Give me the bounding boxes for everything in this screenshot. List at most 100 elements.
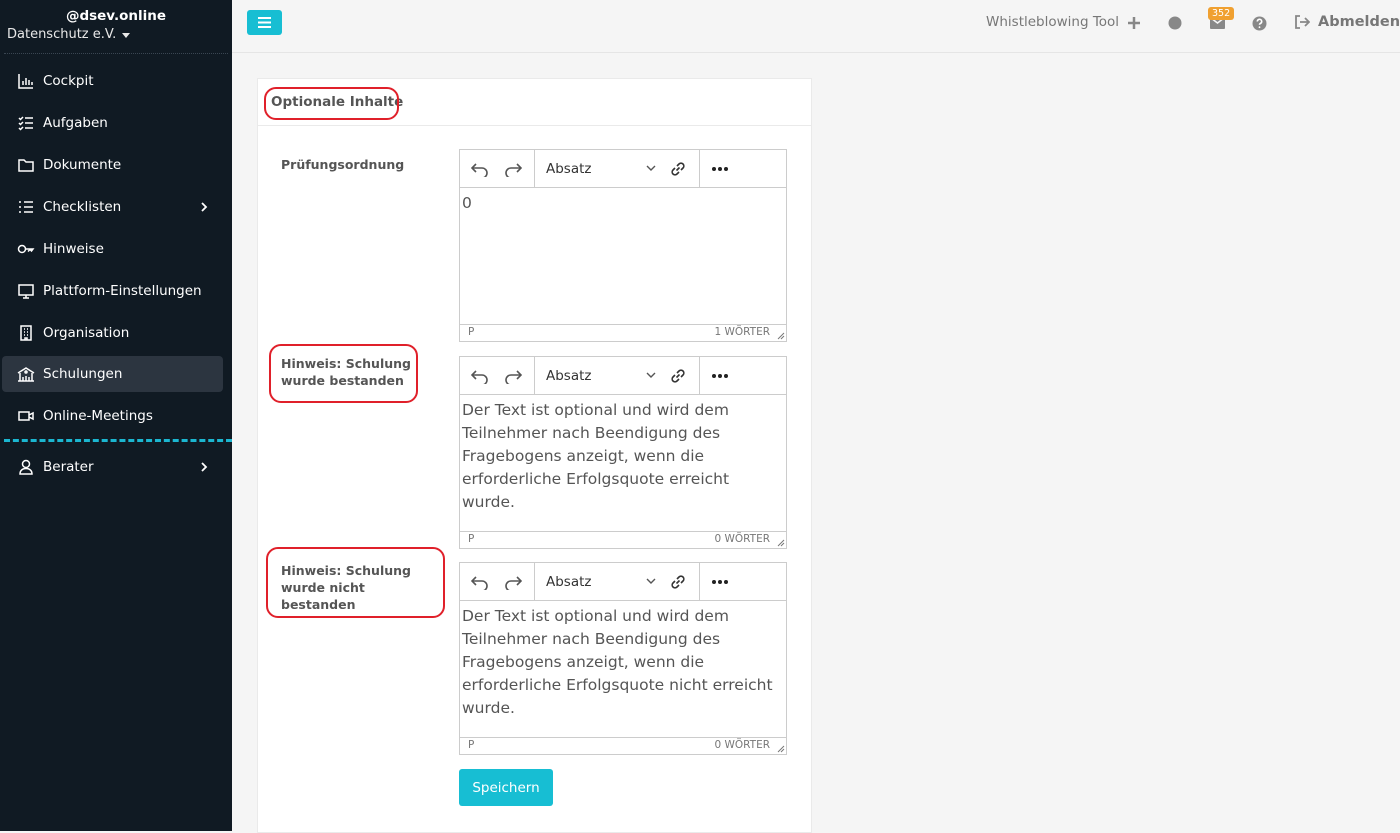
rich-text-editor-failed-notice: Absatz Der Text ist optional und wird de… bbox=[459, 562, 787, 755]
word-count: 0 WÖRTER bbox=[714, 533, 770, 545]
more-horizontal-icon bbox=[712, 580, 728, 584]
divider bbox=[4, 53, 228, 54]
rich-text-editor-pruefungsordnung: Absatz 0 P 1 WÖRTER bbox=[459, 149, 787, 342]
optional-content-card: Optionale Inhalte Prüfungsordnung Absatz… bbox=[257, 78, 812, 833]
checklist-icon bbox=[16, 113, 36, 133]
sidebar-item-hinweise[interactable]: Hinweise bbox=[2, 231, 223, 267]
link-button[interactable] bbox=[667, 365, 689, 387]
caret-down-icon bbox=[122, 33, 131, 38]
toolbar-separator bbox=[699, 150, 700, 187]
whistleblowing-tool-link[interactable]: Whistleblowing Tool bbox=[986, 14, 1119, 30]
user-icon bbox=[16, 457, 36, 477]
undo-icon bbox=[471, 576, 488, 590]
sidebar-item-plattform-einstellungen[interactable]: Plattform-Einstellungen bbox=[2, 273, 223, 309]
link-button[interactable] bbox=[667, 158, 689, 180]
editor-content[interactable]: Der Text ist optional und wird dem Teiln… bbox=[460, 395, 786, 531]
sidebar-item-label: Checklisten bbox=[43, 199, 122, 215]
chevron-down-icon bbox=[646, 165, 656, 171]
word-count: 0 WÖRTER bbox=[714, 739, 770, 751]
undo-button[interactable] bbox=[469, 365, 491, 387]
topbar: Whistleblowing Tool 352 Abmelden bbox=[232, 0, 1400, 53]
sidebar: @dsev.online Datenschutz e.V. Cockpit Au… bbox=[0, 0, 232, 831]
annotation-highlight bbox=[266, 547, 445, 618]
save-button[interactable]: Speichern bbox=[459, 769, 553, 806]
key-icon bbox=[16, 239, 36, 259]
menu-toggle-button[interactable] bbox=[247, 10, 282, 35]
block-format-select[interactable]: Absatz bbox=[546, 161, 592, 177]
hamburger-icon bbox=[258, 17, 271, 28]
org-name: Datenschutz e.V. bbox=[7, 27, 117, 42]
annotation-highlight bbox=[269, 344, 418, 403]
more-button[interactable] bbox=[709, 158, 731, 180]
chevron-right-icon bbox=[201, 462, 208, 472]
sidebar-item-schulungen[interactable]: Schulungen bbox=[2, 356, 223, 392]
sidebar-item-dokumente[interactable]: Dokumente bbox=[2, 147, 223, 183]
more-button[interactable] bbox=[709, 571, 731, 593]
resize-handle-icon[interactable] bbox=[776, 538, 785, 547]
video-icon bbox=[16, 406, 36, 426]
status-dot-icon[interactable] bbox=[1166, 14, 1184, 32]
more-button[interactable] bbox=[709, 365, 731, 387]
redo-button[interactable] bbox=[502, 365, 524, 387]
rich-text-editor-passed-notice: Absatz Der Text ist optional und wird de… bbox=[459, 356, 787, 549]
undo-button[interactable] bbox=[469, 571, 491, 593]
toolbar-separator bbox=[699, 563, 700, 600]
undo-icon bbox=[471, 163, 488, 177]
sidebar-item-label: Plattform-Einstellungen bbox=[43, 283, 202, 299]
chevron-down-icon bbox=[646, 578, 656, 584]
sidebar-item-checklisten[interactable]: Checklisten bbox=[2, 189, 223, 225]
sidebar-item-aufgaben[interactable]: Aufgaben bbox=[2, 105, 223, 141]
element-path: P bbox=[468, 533, 475, 545]
building-icon bbox=[16, 323, 36, 343]
editor-content[interactable]: 0 bbox=[460, 188, 786, 324]
editor-toolbar: Absatz bbox=[460, 150, 786, 188]
monitor-icon bbox=[16, 281, 36, 301]
undo-button[interactable] bbox=[469, 158, 491, 180]
toolbar-separator bbox=[534, 563, 535, 600]
sidebar-item-label: Aufgaben bbox=[43, 115, 108, 131]
editor-toolbar: Absatz bbox=[460, 563, 786, 601]
link-icon bbox=[671, 575, 685, 589]
sidebar-item-cockpit[interactable]: Cockpit bbox=[2, 63, 223, 99]
logout-icon bbox=[1295, 15, 1310, 29]
more-horizontal-icon bbox=[712, 374, 728, 378]
sidebar-item-label: Hinweise bbox=[43, 241, 104, 257]
notification-badge: 352 bbox=[1208, 7, 1235, 20]
help-icon[interactable] bbox=[1250, 14, 1268, 32]
element-path: P bbox=[468, 326, 475, 338]
editor-statusbar: P 0 WÖRTER bbox=[460, 737, 786, 754]
block-format-select[interactable]: Absatz bbox=[546, 368, 592, 384]
sidebar-item-label: Online-Meetings bbox=[43, 408, 153, 424]
sidebar-item-berater[interactable]: Berater bbox=[2, 449, 223, 485]
sidebar-item-label: Schulungen bbox=[43, 366, 123, 382]
chart-icon bbox=[16, 71, 36, 91]
sidebar-item-organisation[interactable]: Organisation bbox=[2, 315, 223, 351]
toolbar-separator bbox=[699, 357, 700, 394]
toolbar-separator bbox=[534, 357, 535, 394]
sidebar-item-label: Berater bbox=[43, 459, 94, 475]
resize-handle-icon[interactable] bbox=[776, 331, 785, 340]
school-icon bbox=[16, 364, 36, 384]
undo-icon bbox=[471, 370, 488, 384]
element-path: P bbox=[468, 739, 475, 751]
link-button[interactable] bbox=[667, 571, 689, 593]
logout-label: Abmelden bbox=[1318, 14, 1400, 30]
more-horizontal-icon bbox=[712, 167, 728, 171]
resize-handle-icon[interactable] bbox=[776, 744, 785, 753]
chevron-right-icon bbox=[201, 202, 208, 212]
block-format-select[interactable]: Absatz bbox=[546, 574, 592, 590]
org-selector[interactable]: Datenschutz e.V. bbox=[7, 27, 131, 42]
redo-button[interactable] bbox=[502, 158, 524, 180]
redo-icon bbox=[505, 576, 522, 590]
link-icon bbox=[671, 369, 685, 383]
brand-name: @dsev.online bbox=[65, 8, 167, 24]
sidebar-item-label: Cockpit bbox=[43, 73, 94, 89]
sidebar-item-online-meetings[interactable]: Online-Meetings bbox=[2, 398, 223, 434]
editor-content[interactable]: Der Text ist optional und wird dem Teiln… bbox=[460, 601, 786, 737]
sidebar-item-label: Dokumente bbox=[43, 157, 122, 173]
redo-button[interactable] bbox=[502, 571, 524, 593]
chevron-down-icon bbox=[646, 372, 656, 378]
list-icon bbox=[16, 197, 36, 217]
logout-button[interactable]: Abmelden bbox=[1294, 14, 1400, 30]
plus-icon[interactable] bbox=[1125, 14, 1143, 32]
